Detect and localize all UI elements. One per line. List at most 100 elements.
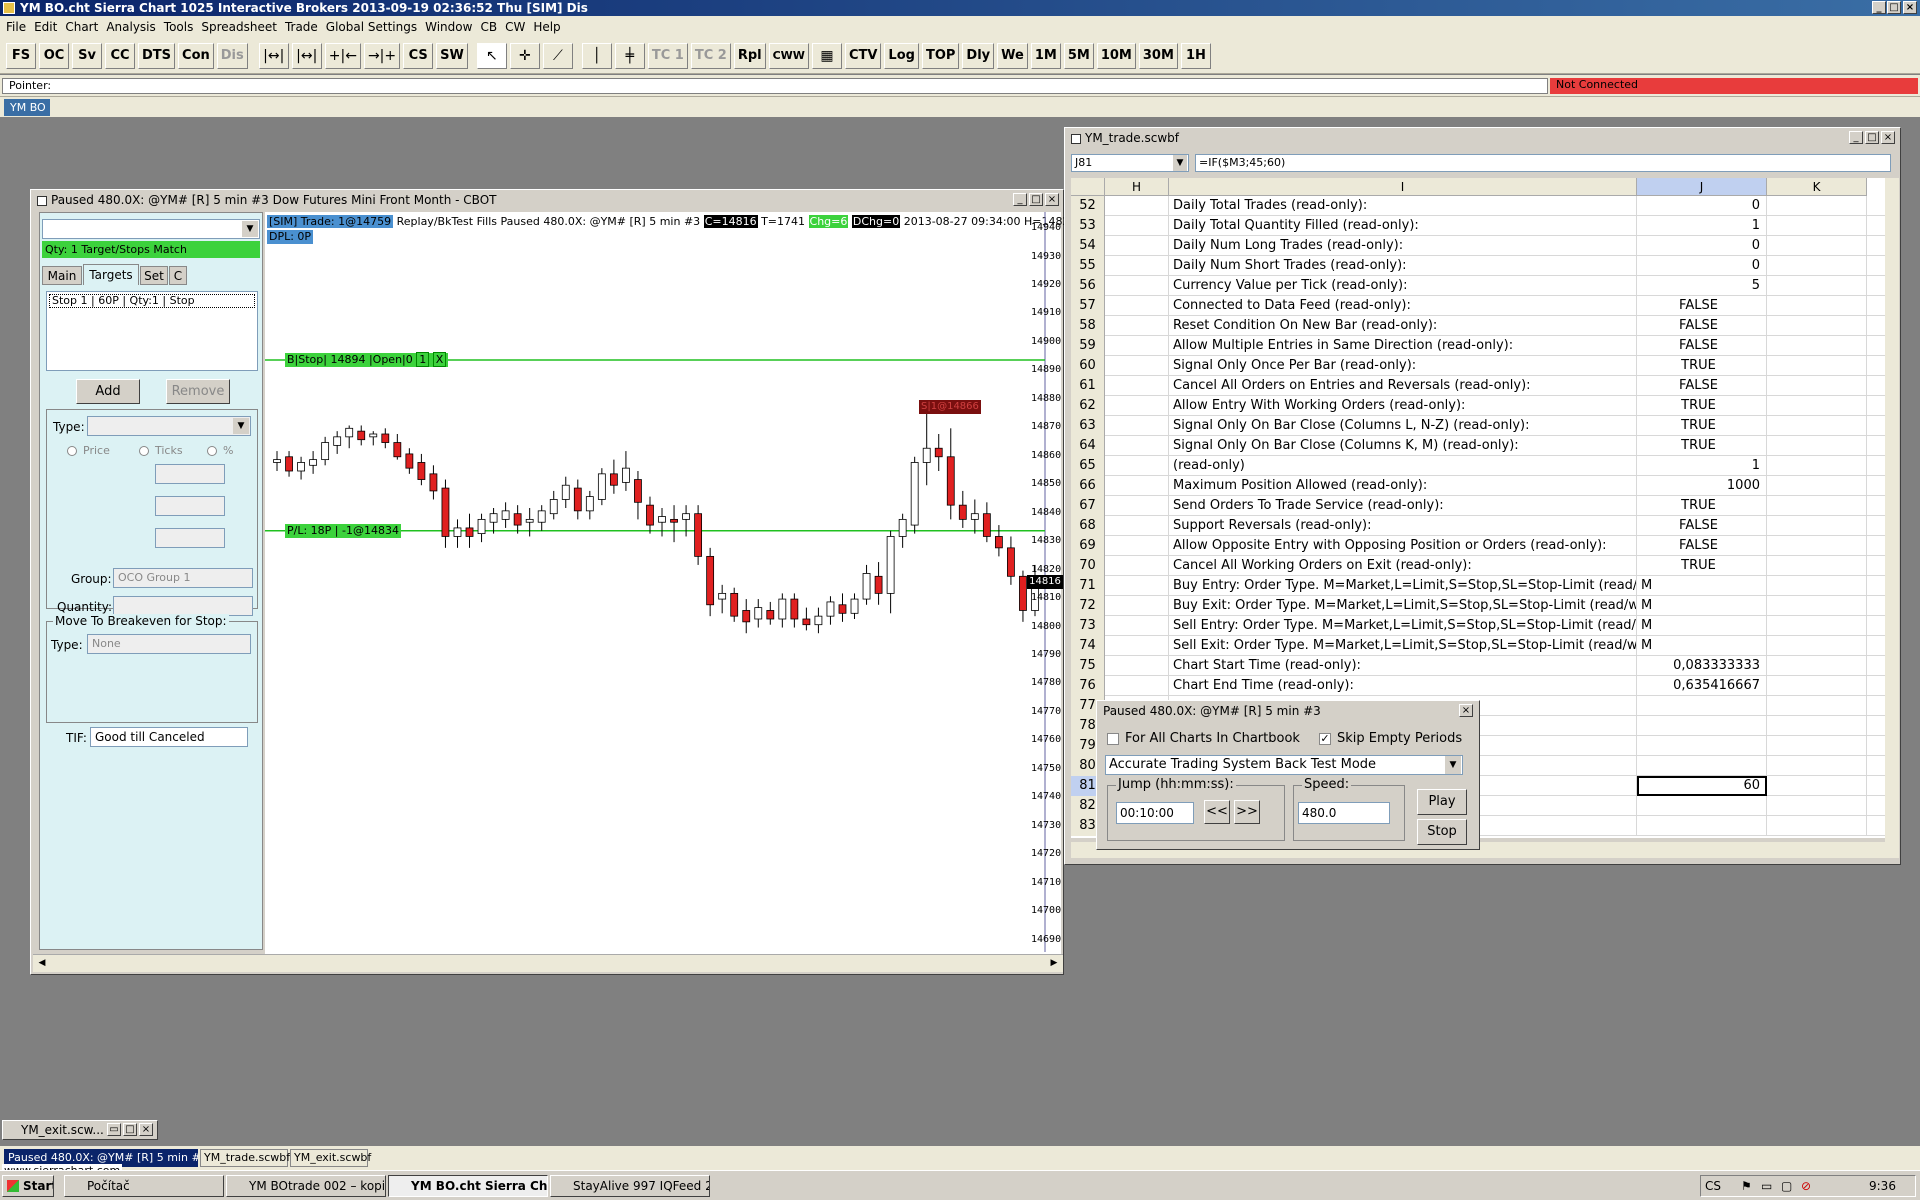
tray-flag-icon[interactable]: ⚑ — [1741, 1179, 1752, 1193]
cell-k[interactable] — [1767, 576, 1867, 596]
cell-h[interactable] — [1105, 336, 1169, 356]
cell-k[interactable] — [1767, 196, 1867, 216]
vertical-line-icon[interactable]: │ — [581, 42, 612, 69]
cell-value[interactable]: 1000 — [1637, 476, 1767, 496]
cell-value[interactable] — [1637, 796, 1767, 816]
replay-mode-select[interactable]: Accurate Trading System Back Test Mode — [1105, 755, 1463, 775]
cell-value[interactable] — [1637, 756, 1767, 776]
cell-label[interactable]: Sell Entry: Order Type. M=Market,L=Limit… — [1169, 616, 1637, 636]
rpl-button[interactable]: Rpl — [733, 42, 766, 69]
cell-k[interactable] — [1767, 496, 1867, 516]
cell-k[interactable] — [1767, 376, 1867, 396]
stop-order-label[interactable]: B|Stop| 14894 |Open|0 1 X — [285, 352, 449, 367]
jump-forward-button[interactable]: >> — [1234, 800, 1260, 824]
maximize-icon[interactable]: □ — [123, 1123, 137, 1136]
row-number[interactable]: 66 — [1071, 476, 1105, 496]
cell-value[interactable]: TRUE — [1637, 356, 1767, 376]
oc-button[interactable]: OC — [39, 42, 69, 69]
cell-k[interactable] — [1767, 396, 1867, 416]
cell-k[interactable] — [1767, 536, 1867, 556]
cell-k[interactable] — [1767, 816, 1867, 836]
play-button[interactable]: Play — [1417, 789, 1467, 815]
cell-value[interactable]: FALSE — [1637, 376, 1767, 396]
cell-h[interactable] — [1105, 656, 1169, 676]
row-number[interactable]: 70 — [1071, 556, 1105, 576]
minimize-button[interactable]: _ — [1872, 1, 1886, 14]
scroll-right-arrow-icon[interactable]: ▶ — [1047, 956, 1061, 970]
cell-value[interactable]: TRUE — [1637, 556, 1767, 576]
cell-h[interactable] — [1105, 416, 1169, 436]
cell-k[interactable] — [1767, 356, 1867, 376]
ss-minimize-button[interactable]: _ — [1849, 131, 1863, 144]
close-button[interactable]: × — [1903, 1, 1917, 14]
tray-display-icon[interactable]: ▢ — [1781, 1179, 1792, 1193]
cell-value[interactable]: M — [1637, 636, 1767, 656]
row-number[interactable]: 72 — [1071, 596, 1105, 616]
grid-icon[interactable]: ▦ — [811, 42, 842, 69]
price-radio[interactable] — [67, 446, 77, 456]
be-type-select[interactable]: None — [87, 634, 251, 654]
cell-h[interactable] — [1105, 616, 1169, 636]
cell-value[interactable]: 60 — [1637, 776, 1767, 796]
cell-k[interactable] — [1767, 276, 1867, 296]
cell-label[interactable]: Currency Value per Tick (read-only): — [1169, 276, 1637, 296]
scroll-right-icon[interactable]: →|+ — [363, 42, 401, 69]
cell-value[interactable]: TRUE — [1637, 496, 1767, 516]
jump-time-input[interactable]: 00:10:00 — [1116, 802, 1194, 824]
cww-button[interactable]: CWW — [768, 42, 809, 69]
cell-k[interactable] — [1767, 636, 1867, 656]
row-number[interactable]: 61 — [1071, 376, 1105, 396]
targets-list[interactable]: Stop 1 | 60P | Qty:1 | Stop — [46, 291, 258, 371]
cell-k[interactable] — [1767, 616, 1867, 636]
scroll-left-icon[interactable]: +|← — [324, 42, 361, 69]
cell-value[interactable]: FALSE — [1637, 536, 1767, 556]
percent-radio[interactable] — [207, 446, 217, 456]
cell-label[interactable]: Cancel All Orders on Entries and Reversa… — [1169, 376, 1637, 396]
cell-value[interactable] — [1637, 816, 1767, 836]
cell-label[interactable]: Allow Entry With Working Orders (read-on… — [1169, 396, 1637, 416]
minimized-window[interactable]: YM_exit.scw... ▭ □ × — [2, 1120, 158, 1140]
offset-stepper-1[interactable] — [155, 464, 225, 484]
pointer-icon[interactable]: ↖ — [476, 42, 507, 69]
row-number[interactable]: 63 — [1071, 416, 1105, 436]
cell-label[interactable]: Reset Condition On New Bar (read-only): — [1169, 316, 1637, 336]
cell-h[interactable] — [1105, 236, 1169, 256]
menu-cb[interactable]: CB — [478, 20, 503, 34]
menu-analysis[interactable]: Analysis — [104, 20, 161, 34]
cell-label[interactable]: Connected to Data Feed (read-only): — [1169, 296, 1637, 316]
cell-k[interactable] — [1767, 316, 1867, 336]
cell-k[interactable] — [1767, 716, 1867, 736]
cell-h[interactable] — [1105, 676, 1169, 696]
row-number[interactable]: 56 — [1071, 276, 1105, 296]
row-number[interactable]: 52 — [1071, 196, 1105, 216]
5m-button[interactable]: 5M — [1063, 42, 1094, 69]
top-button[interactable]: TOP — [921, 42, 960, 69]
cell-value[interactable]: 0 — [1637, 236, 1767, 256]
chart-close-button[interactable]: × — [1045, 193, 1059, 206]
cell-h[interactable] — [1105, 556, 1169, 576]
maximize-button[interactable]: □ — [1887, 1, 1901, 14]
cell-h[interactable] — [1105, 636, 1169, 656]
cell-label[interactable]: Allow Multiple Entries in Same Direction… — [1169, 336, 1637, 356]
cell-k[interactable] — [1767, 676, 1867, 696]
sw-button[interactable]: SW — [436, 42, 468, 69]
ss-maximize-button[interactable]: □ — [1865, 131, 1879, 144]
cell-label[interactable]: Send Orders To Trade Service (read-only)… — [1169, 496, 1637, 516]
cell-label[interactable]: Daily Total Quantity Filled (read-only): — [1169, 216, 1637, 236]
skip-empty-checkbox[interactable]: ✓ — [1319, 733, 1331, 745]
row-number[interactable]: 59 — [1071, 336, 1105, 356]
tab-set[interactable]: Set — [140, 266, 168, 285]
cell-label[interactable]: Buy Entry: Order Type. M=Market,L=Limit,… — [1169, 576, 1637, 596]
scroll-left-arrow-icon[interactable]: ◀ — [35, 956, 49, 970]
type-select[interactable]: ▼ — [87, 416, 251, 436]
cs-button[interactable]: CS — [403, 42, 434, 69]
cell-value[interactable]: FALSE — [1637, 336, 1767, 356]
crosshair-icon[interactable]: ✛ — [509, 42, 540, 69]
taskbar-item-stayalive[interactable]: StayAlive 997 IQFeed 20... — [550, 1175, 710, 1197]
menu-chart[interactable]: Chart — [63, 20, 104, 34]
cell-k[interactable] — [1767, 336, 1867, 356]
cell-h[interactable] — [1105, 256, 1169, 276]
cell-h[interactable] — [1105, 216, 1169, 236]
cell-k[interactable] — [1767, 516, 1867, 536]
start-button[interactable]: Start — [2, 1175, 54, 1197]
